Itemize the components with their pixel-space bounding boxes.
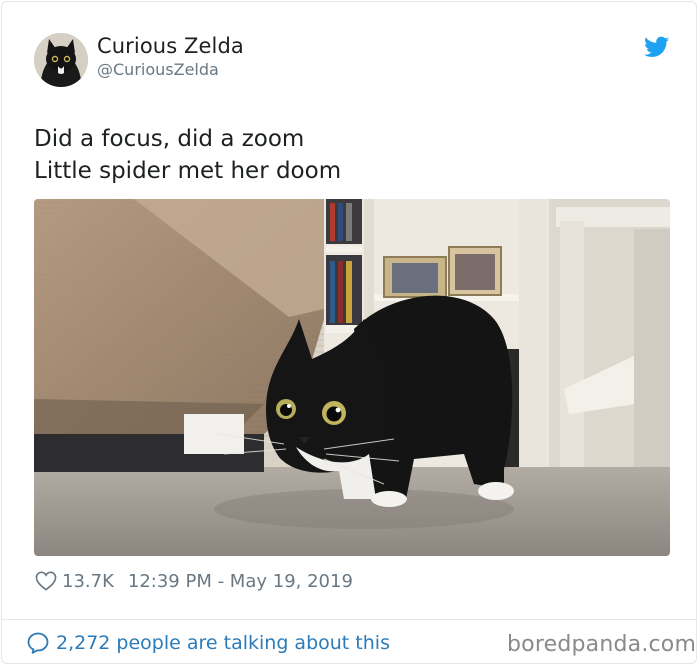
tweet-meta: 13.7K 12:39 PM - May 19, 2019 [35,569,353,593]
twitter-bird-icon[interactable] [644,36,669,58]
tweet-photo[interactable] [34,199,670,556]
tweet-timestamp[interactable]: 12:39 PM - May 19, 2019 [128,571,353,592]
tweet-text-line-2: Little spider met her doom [34,158,342,184]
speech-bubble-icon [27,632,49,654]
watermark: boredpanda.com [507,632,697,657]
avatar[interactable] [34,33,88,87]
tweet-text-line-1: Did a focus, did a zoom [34,126,305,152]
tweet-text: Did a focus, did a zoom Little spider me… [34,123,341,187]
display-name[interactable]: Curious Zelda [97,34,244,58]
user-handle[interactable]: @CuriousZelda [97,60,219,79]
tweet-card: Curious Zelda @CuriousZelda Did a focus,… [1,1,697,664]
like-count[interactable]: 13.7K [62,571,114,592]
conversation-link[interactable]: 2,272 people are talking about this [26,631,390,655]
divider [2,619,696,620]
heart-icon[interactable] [35,571,57,591]
talking-count-text[interactable]: 2,272 people are talking about this [56,632,390,654]
